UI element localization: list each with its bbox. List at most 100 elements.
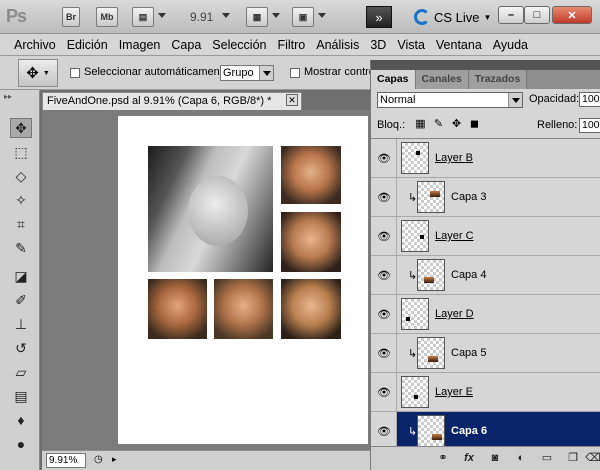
photo-large-bw[interactable]	[148, 146, 273, 272]
blur-tool[interactable]: ♦	[10, 410, 32, 430]
menu-analisis[interactable]: Análisis	[314, 38, 368, 52]
quick-select-tool[interactable]: ✧	[10, 190, 32, 210]
screen-mode-button[interactable]: ▣	[292, 7, 314, 27]
layer-row-capa-4[interactable]: 👁 ↳ Capa 4	[371, 256, 600, 295]
menu-edicion[interactable]: Edición	[65, 38, 117, 52]
chevron-down-icon[interactable]	[272, 13, 280, 18]
eraser-tool[interactable]: ▱	[10, 362, 32, 382]
photo-small-2[interactable]	[281, 212, 341, 272]
eye-icon[interactable]: 👁	[375, 150, 393, 166]
trash-icon[interactable]: ⌫	[585, 451, 600, 465]
new-group-icon[interactable]: ▭	[539, 451, 555, 465]
eye-icon[interactable]: 👁	[375, 189, 393, 205]
close-window-button[interactable]: ✕	[552, 6, 592, 24]
layer-thumbnail	[401, 220, 429, 252]
cs-live-button[interactable]: CS Live ▼	[414, 9, 491, 25]
history-brush-tool[interactable]: ↺	[10, 338, 32, 358]
eye-icon[interactable]: 👁	[375, 228, 393, 244]
layer-name[interactable]: Layer D	[435, 308, 474, 320]
layer-row-layer-c[interactable]: 👁 Layer C	[371, 217, 600, 256]
layer-name[interactable]: Capa 6	[451, 425, 487, 437]
fill-field[interactable]: 100%	[579, 118, 600, 133]
menu-archivo[interactable]: Archivo	[12, 38, 65, 52]
eye-icon[interactable]: 👁	[375, 423, 393, 439]
collapse-icon[interactable]: ▸▸	[4, 92, 12, 101]
blend-mode-dropdown[interactable]: Normal	[377, 92, 523, 108]
history-brush-icon: ↺	[15, 339, 27, 356]
menu-ayuda[interactable]: Ayuda	[491, 38, 537, 52]
clone-stamp-tool[interactable]: ⊥	[10, 314, 32, 334]
gradient-tool[interactable]: ▤	[10, 386, 32, 406]
photo-small-4[interactable]	[214, 279, 273, 339]
workspace-extend-button[interactable]: »	[366, 6, 392, 28]
menu-capa[interactable]: Capa	[169, 38, 210, 52]
tab-capas[interactable]: Capas	[371, 70, 416, 89]
eye-icon[interactable]: 👁	[375, 345, 393, 361]
mini-bridge-button[interactable]: Mb	[96, 7, 118, 27]
menu-3d[interactable]: 3D	[368, 38, 395, 52]
menu-imagen[interactable]: Imagen	[117, 38, 170, 52]
arrange-documents-button[interactable]: ▦	[246, 7, 268, 27]
chevron-down-icon[interactable]	[158, 13, 166, 18]
zoom-level[interactable]: 9.91	[190, 10, 213, 24]
minimize-button[interactable]: –	[498, 6, 524, 24]
layer-row-capa-5[interactable]: 👁 ↳ Capa 5	[371, 334, 600, 373]
menu-filtro[interactable]: Filtro	[275, 38, 314, 52]
eye-icon[interactable]: 👁	[375, 306, 393, 322]
brush-tool[interactable]: ✐	[10, 290, 32, 310]
move-tool[interactable]: ✥	[10, 118, 32, 138]
layer-name[interactable]: Layer B	[435, 152, 473, 164]
layer-name[interactable]: Capa 3	[451, 191, 486, 203]
link-layers-icon[interactable]: ⚭	[435, 451, 451, 465]
layer-style-icon[interactable]: fx	[461, 451, 477, 465]
bridge-button[interactable]: Br	[62, 7, 80, 27]
lock-transparency-icon[interactable]: ▦	[415, 119, 426, 130]
layer-row-capa-6[interactable]: 👁 ↳ Capa 6	[371, 412, 600, 450]
crop-tool[interactable]: ⌗	[10, 214, 32, 234]
tab-canales[interactable]: Canales	[415, 70, 469, 89]
tool-preset-picker[interactable]: ✥ ▼	[18, 59, 58, 87]
menu-vista[interactable]: Vista	[395, 38, 434, 52]
menu-seleccion[interactable]: Selección	[210, 38, 275, 52]
opacity-field[interactable]: 100%	[579, 92, 600, 107]
lock-all-icon[interactable]: ◼	[469, 119, 480, 130]
status-info-icon[interactable]: ◷	[94, 454, 103, 465]
crop-icon: ⌗	[17, 215, 25, 232]
new-layer-icon[interactable]: ❐	[565, 451, 581, 465]
view-extras-button[interactable]: ▤	[132, 7, 154, 27]
layer-name[interactable]: Layer E	[435, 386, 473, 398]
restore-button[interactable]: □	[524, 6, 550, 24]
document-tab[interactable]: FiveAndOne.psd al 9.91% (Capa 6, RGB/8*)…	[42, 92, 302, 110]
dodge-tool[interactable]: ●	[10, 434, 32, 454]
tab-trazados[interactable]: Trazados	[468, 70, 528, 89]
layer-name[interactable]: Capa 4	[451, 269, 486, 281]
layer-row-layer-e[interactable]: 👁 Layer E	[371, 373, 600, 412]
layer-name[interactable]: Layer C	[435, 230, 474, 242]
layer-row-capa-3[interactable]: 👁 ↳ Capa 3	[371, 178, 600, 217]
chevron-down-icon[interactable]	[222, 13, 230, 18]
healing-brush-tool[interactable]: ◪	[10, 266, 32, 286]
photo-small-3[interactable]	[148, 279, 207, 339]
eye-icon[interactable]: 👁	[375, 267, 393, 283]
status-menu-icon[interactable]: ▸	[112, 454, 117, 465]
add-mask-icon[interactable]: ◙	[487, 451, 503, 465]
layer-name[interactable]: Capa 5	[451, 347, 486, 359]
close-document-icon[interactable]: ✕	[286, 94, 298, 106]
eyedropper-tool[interactable]: ✎	[10, 238, 32, 258]
lasso-tool[interactable]: ◇	[10, 166, 32, 186]
show-controls-checkbox[interactable]	[290, 68, 300, 78]
chevron-down-icon[interactable]	[318, 13, 326, 18]
auto-select-dropdown[interactable]: Grupo	[220, 65, 274, 81]
auto-select-checkbox[interactable]	[70, 68, 80, 78]
layer-row-layer-d[interactable]: 👁 Layer D	[371, 295, 600, 334]
lock-pixels-icon[interactable]: ✎	[433, 119, 444, 130]
marquee-tool[interactable]: ⬚	[10, 142, 32, 162]
lock-position-icon[interactable]: ✥	[451, 119, 462, 130]
photo-small-1[interactable]	[281, 146, 341, 204]
menu-ventana[interactable]: Ventana	[434, 38, 491, 52]
eye-icon[interactable]: 👁	[375, 384, 393, 400]
zoom-field[interactable]: 9.91%	[46, 453, 86, 468]
adjustment-layer-icon[interactable]: ◐	[513, 451, 529, 465]
photo-small-5[interactable]	[281, 279, 341, 339]
layer-row-layer-b[interactable]: 👁 Layer B	[371, 139, 600, 178]
